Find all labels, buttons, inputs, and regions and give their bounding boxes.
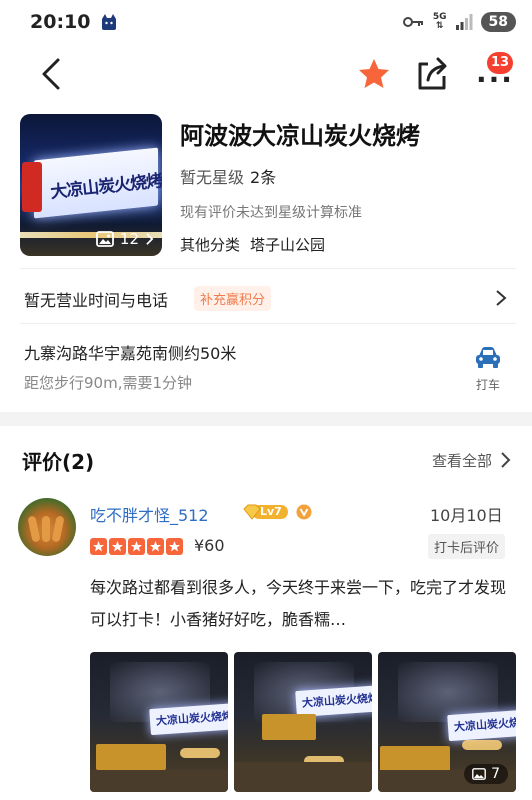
star-icon [166,538,183,555]
more-photos-badge[interactable]: 7 [464,764,508,784]
share-icon[interactable] [414,54,450,94]
category-line: 其他分类 塔子山公园 [180,234,325,255]
status-icons: 5G ⇅ 58 [402,12,516,32]
hours-row[interactable]: 暂无营业时间与电话 补充赢积分 [0,274,532,320]
shop-category[interactable]: 其他分类 [180,236,240,254]
shop-header: 大凉山炭火烧烤 12 阿波波大凉山炭火烧烤 暂无星级 2条 现有评价未达到星级计算… [0,114,532,264]
address-text: 九寨沟路华宇嘉苑南侧约50米 [24,344,237,363]
review-price: ¥60 [194,536,225,555]
address-row[interactable]: 九寨沟路华宇嘉苑南侧约50米 距您步行90m,需要1分钟 打车 [0,330,532,406]
verified-v-icon [296,504,312,520]
avatar[interactable] [18,498,76,556]
review-photo[interactable]: 大凉山炭火烧烤 [234,652,372,792]
divider [20,323,516,324]
image-icon [96,231,114,247]
chevron-right-icon [146,233,154,245]
cat-app-icon [102,14,117,30]
star-icon [90,538,107,555]
photo-red-tag [22,162,42,212]
review-photo[interactable]: 大凉山炭火烧烤 7 [378,652,516,792]
image-icon [472,768,486,780]
chevron-right-icon[interactable] [500,451,511,469]
star-icon [109,538,126,555]
more-photos-count: 7 [491,766,500,782]
rating-line: 暂无星级 2条 [180,164,276,188]
photo-sign-text: 大凉山炭火烧烤 [155,709,228,728]
chevron-right-icon [496,290,507,306]
shop-name: 阿波波大凉山炭火烧烤 [180,122,420,150]
star-icon [147,538,164,555]
rating-note: 现有评价未达到星级计算标准 [180,205,362,221]
photo-count: 12 [96,230,154,248]
review-text[interactable]: 每次路过都看到很多人，今天终于来尝一下，吃完了才发现可以打卡！小香猪好好吃，脆香… [90,572,510,636]
photo-sign-text: 大凉山炭火烧烤 [301,691,372,710]
battery-indicator: 58 [480,12,516,32]
review-photo[interactable]: 大凉山炭火烧烤 [90,652,228,792]
review-count: 2条 [250,168,277,187]
star-icon [128,538,145,555]
hours-text: 暂无营业时间与电话 [24,291,169,310]
favorite-star-icon[interactable] [356,56,392,92]
network-indicator: 5G ⇅ [433,13,447,31]
star-rating [90,538,183,555]
walk-distance: 距您步行90m,需要1分钟 [24,374,193,392]
divider [20,268,516,269]
photo-count-value: 12 [119,230,139,248]
reviewer-name[interactable]: 吃不胖才怪_512 [90,502,209,526]
reviews-header: 评价(2) 查看全部 [0,440,532,480]
more-menu-button[interactable]: ··· 13 [470,52,514,96]
level-text: Lv7 [260,505,282,518]
rating-status: 暂无星级 [180,168,245,187]
review-item: 吃不胖才怪_512 Lv7 10月10日 ¥60 打卡后评价 每次路过都看到很多… [0,498,532,800]
level-badge: Lv7 [242,503,290,521]
reviews-title: 评价(2) [22,450,95,474]
review-date: 10月10日 [430,506,503,525]
nav-bar: ··· 13 [0,44,532,104]
review-photos: 大凉山炭火烧烤 大凉山炭火烧烤 大凉山炭火烧烤 7 [90,652,516,792]
back-icon[interactable] [36,56,68,92]
signal-icon [455,14,473,30]
key-icon [402,17,423,27]
shop-cover-photo[interactable]: 大凉山炭火烧烤 12 [20,114,162,256]
checkin-tag: 打卡后评价 [428,534,506,559]
section-separator [0,412,532,426]
status-bar: 20:10 5G ⇅ 58 [0,0,532,44]
shop-area[interactable]: 塔子山公园 [250,236,325,254]
network-arrows-icon: ⇅ [435,21,444,31]
taxi-label: 打车 [475,378,500,392]
see-all-link[interactable]: 查看全部 [432,450,492,471]
status-time: 20:10 [30,11,91,33]
photo-sign-text: 大凉山炭火烧烤 [453,715,516,734]
more-dots-icon: ··· [476,63,514,96]
notification-badge: 13 [487,52,514,74]
taxi-button[interactable]: 打车 [466,346,510,396]
car-icon [476,347,500,368]
earn-points-tag[interactable]: 补充赢积分 [194,286,272,311]
